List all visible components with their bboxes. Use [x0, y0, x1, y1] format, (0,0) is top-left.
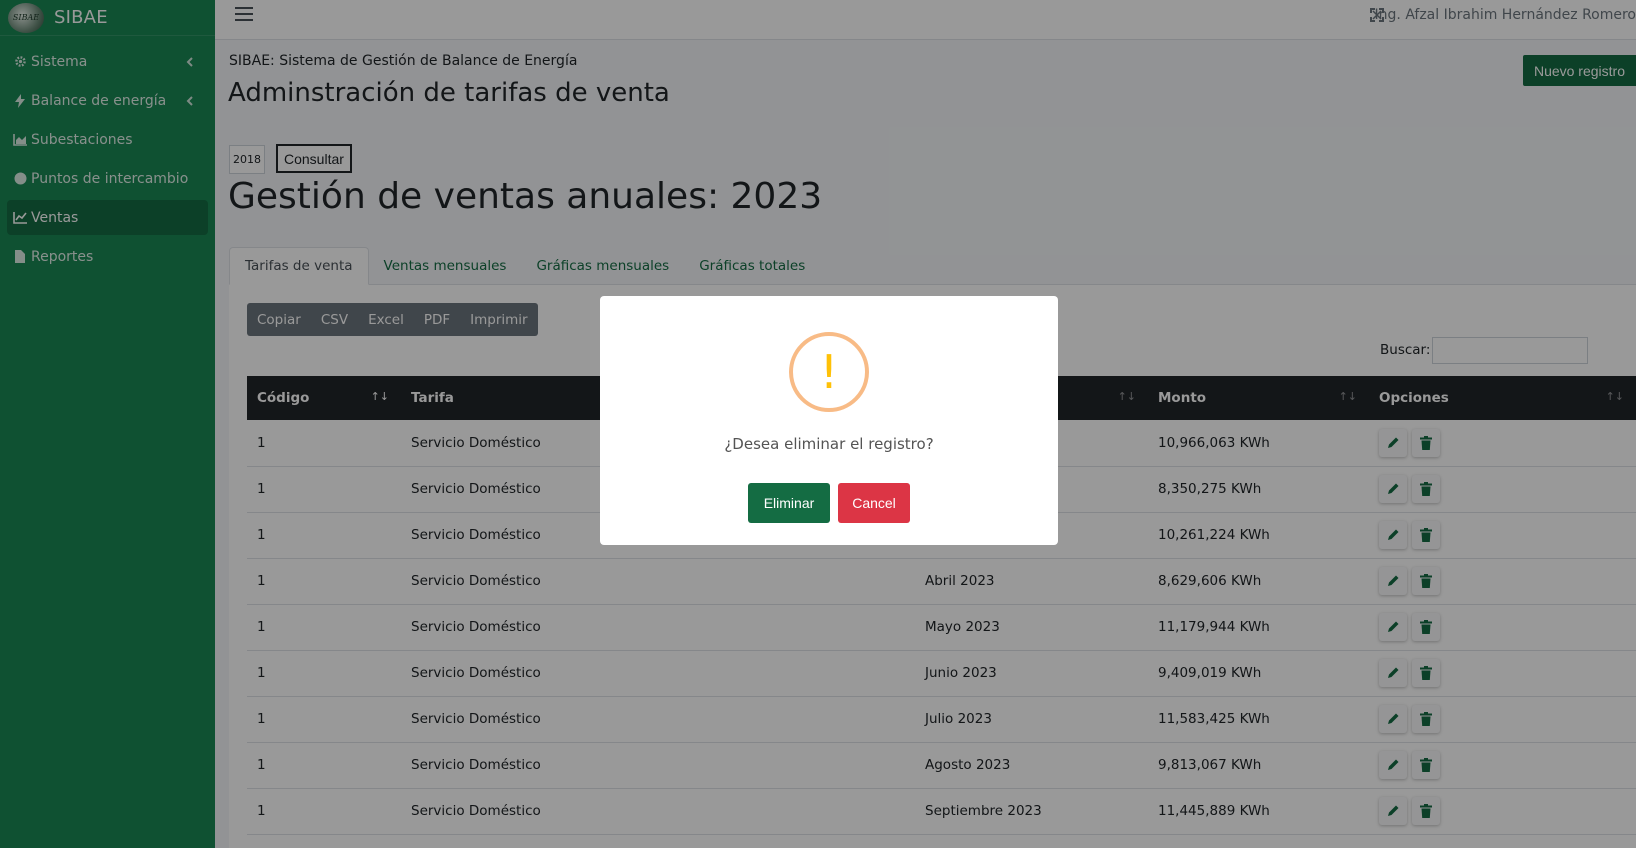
cancel-button[interactable]: Cancel	[838, 483, 910, 523]
warning-icon: !	[789, 332, 869, 412]
confirm-delete-button[interactable]: Eliminar	[748, 483, 830, 523]
dialog-message: ¿Desea eliminar el registro?	[724, 435, 934, 453]
confirm-delete-dialog: ! ¿Desea eliminar el registro? Eliminar …	[600, 296, 1058, 545]
